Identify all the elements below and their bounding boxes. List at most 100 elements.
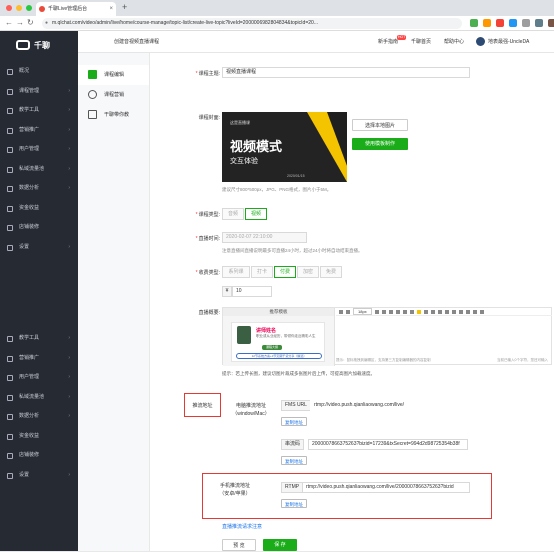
- logo[interactable]: 千聊: [16, 37, 50, 53]
- save-button[interactable]: 保 存: [263, 539, 297, 551]
- stream-key-value[interactable]: 2000007866375263?bizid=17239&txSecret=99…: [308, 439, 468, 450]
- sidebar-item[interactable]: 私域流量池 ›: [0, 388, 78, 408]
- template-card[interactable]: 讲师姓名 职业或从业经历，带领你走近精彩人生 课程大纲 12节系统方案+3节定期…: [231, 322, 325, 362]
- italic-icon[interactable]: [381, 309, 386, 314]
- rtmp-value[interactable]: rtmp://video.push.qianliaowang.com/live/…: [302, 482, 470, 493]
- color-icon[interactable]: [402, 309, 407, 314]
- new-tab-button[interactable]: +: [122, 2, 127, 12]
- align-right-icon[interactable]: [430, 309, 435, 314]
- subnav-teach-guide[interactable]: 干聊带你教: [78, 105, 149, 125]
- minimize-window-button[interactable]: [16, 5, 22, 11]
- extension-icon[interactable]: [483, 19, 491, 27]
- browser-tab[interactable]: 千聊Live管理后台 ×: [36, 2, 116, 16]
- extension-icon[interactable]: [509, 19, 517, 27]
- qianliao-home-link[interactable]: 千聊首页: [411, 31, 431, 53]
- emoji-icon[interactable]: [479, 309, 484, 314]
- user-name[interactable]: 地表最强-UncleDA: [488, 31, 529, 53]
- sidebar-item[interactable]: 店铺装修: [0, 446, 78, 466]
- sidebar-item[interactable]: 设置 ›: [0, 238, 78, 258]
- sidebar-item[interactable]: 营销推广 ›: [0, 349, 78, 369]
- beginner-guide-link[interactable]: 新手指南: [378, 31, 398, 53]
- copy-stream-key-button[interactable]: 复制地址: [281, 456, 307, 465]
- sidebar-item[interactable]: 资金收益: [0, 427, 78, 447]
- reload-icon[interactable]: ↻: [27, 18, 34, 27]
- subnav-course-marketing[interactable]: 课程营销: [78, 85, 149, 105]
- bold-icon[interactable]: [374, 309, 379, 314]
- sidebar-item[interactable]: 店铺装修: [0, 218, 78, 238]
- fee-option-free[interactable]: 免费: [320, 266, 342, 278]
- type-option-audio[interactable]: 音频: [222, 208, 244, 220]
- nav-icon: [7, 147, 13, 153]
- sidebar-item-label: 教学工具: [19, 335, 40, 341]
- time-input[interactable]: 2020-02-07 22:10:00: [222, 232, 307, 243]
- sidebar-item[interactable]: 用户管理 ›: [0, 368, 78, 388]
- subnav-label: 干聊带你教: [104, 112, 130, 118]
- nav-icon: [7, 472, 13, 479]
- sidebar-item[interactable]: 资金收益: [0, 199, 78, 219]
- sidebar-item[interactable]: 教学工具 ›: [0, 329, 78, 349]
- ordered-list-icon[interactable]: [444, 309, 449, 314]
- tab-title: 千聊Live管理后台: [48, 6, 88, 12]
- sidebar-item[interactable]: 用户管理 ›: [0, 140, 78, 160]
- preview-button[interactable]: 预 览: [222, 539, 256, 551]
- subnav-course-edit[interactable]: 课程编辑: [78, 65, 149, 85]
- align-left-icon[interactable]: [416, 309, 421, 314]
- extension-icon[interactable]: [522, 19, 530, 27]
- align-center-icon[interactable]: [423, 309, 428, 314]
- link-icon[interactable]: [451, 309, 456, 314]
- window-controls: [6, 5, 32, 11]
- fee-option-checkin[interactable]: 打卡: [251, 266, 273, 278]
- fee-option-series[interactable]: 系列课: [222, 266, 250, 278]
- video-icon[interactable]: [465, 309, 470, 314]
- image-icon[interactable]: [458, 309, 463, 314]
- table-icon[interactable]: [472, 309, 477, 314]
- sidebar-item[interactable]: 数据分析 ›: [0, 407, 78, 427]
- fee-option-encrypted[interactable]: 加密: [297, 266, 319, 278]
- address-bar[interactable]: ● m.qlchat.com/video/admin/live/home/cou…: [42, 18, 462, 29]
- copy-fms-button[interactable]: 复制地址: [281, 417, 307, 426]
- underline-icon[interactable]: [388, 309, 393, 314]
- sidebar-item[interactable]: 设置 ›: [0, 466, 78, 486]
- strike-icon[interactable]: [395, 309, 400, 314]
- mobile-push-label-os: （安卓/苹果）: [219, 491, 251, 497]
- help-center-link[interactable]: 帮助中心: [444, 31, 464, 53]
- sidebar-item-label: 课程管理: [19, 87, 40, 94]
- fms-url-value[interactable]: rtmp://video.push.qianliaowang.com/live/: [310, 400, 470, 411]
- sidebar-item[interactable]: 数据分析 ›: [0, 179, 78, 199]
- bg-color-icon[interactable]: [409, 309, 414, 314]
- cover-image[interactable]: 这是直播课 视频模式 交互体验 2020/01/15: [222, 112, 347, 182]
- redo-icon[interactable]: [346, 309, 350, 314]
- sidebar-item[interactable]: 教学工具 ›: [0, 101, 78, 121]
- upload-local-image-button[interactable]: 选择本地图片: [352, 119, 408, 131]
- tab-close-icon[interactable]: ×: [109, 2, 113, 16]
- sidebar-item[interactable]: 概况: [0, 62, 78, 82]
- sidebar-item[interactable]: 营销推广 ›: [0, 121, 78, 141]
- close-window-button[interactable]: [6, 5, 12, 11]
- back-icon[interactable]: ←: [5, 18, 13, 27]
- fee-option-paid[interactable]: 付费: [274, 266, 296, 278]
- undo-icon[interactable]: [339, 309, 343, 314]
- cover-subtitle: 交互体验: [230, 158, 258, 165]
- extension-icon[interactable]: [470, 19, 478, 27]
- sidebar-item[interactable]: 私域流量池 ›: [0, 160, 78, 180]
- sidebar-item[interactable]: 课程管理 ›: [0, 82, 78, 102]
- type-option-video[interactable]: 视频: [245, 208, 267, 220]
- sidebar-item-label: 数据分析: [19, 185, 40, 191]
- extension-icon[interactable]: [496, 19, 504, 27]
- nav-icon: [7, 88, 13, 95]
- list-icon[interactable]: [437, 309, 442, 314]
- price-input[interactable]: 10: [232, 286, 272, 297]
- favicon-icon: [39, 6, 45, 12]
- use-template-button[interactable]: 使用模板制作: [352, 138, 408, 150]
- maximize-window-button[interactable]: [26, 5, 32, 11]
- extension-icon[interactable]: [535, 19, 543, 27]
- avatar[interactable]: [476, 37, 485, 46]
- copy-rtmp-button[interactable]: 复制地址: [281, 499, 307, 508]
- rich-text-editor[interactable]: 推荐模板 讲师姓名 职业或从业经历，带领你走近精彩人生 课程大纲 12节系统方案…: [222, 307, 552, 366]
- title-input[interactable]: 视频直播课程: [222, 67, 470, 78]
- push-notes-link[interactable]: 直播推流请求注意: [222, 523, 262, 530]
- font-size-select[interactable]: 18px: [353, 308, 372, 315]
- forward-icon[interactable]: →: [16, 18, 24, 27]
- browser-window: 千聊Live管理后台 × + ← → ↻ ● m.qlchat.com/vide…: [0, 0, 554, 551]
- profile-icon[interactable]: [548, 19, 554, 27]
